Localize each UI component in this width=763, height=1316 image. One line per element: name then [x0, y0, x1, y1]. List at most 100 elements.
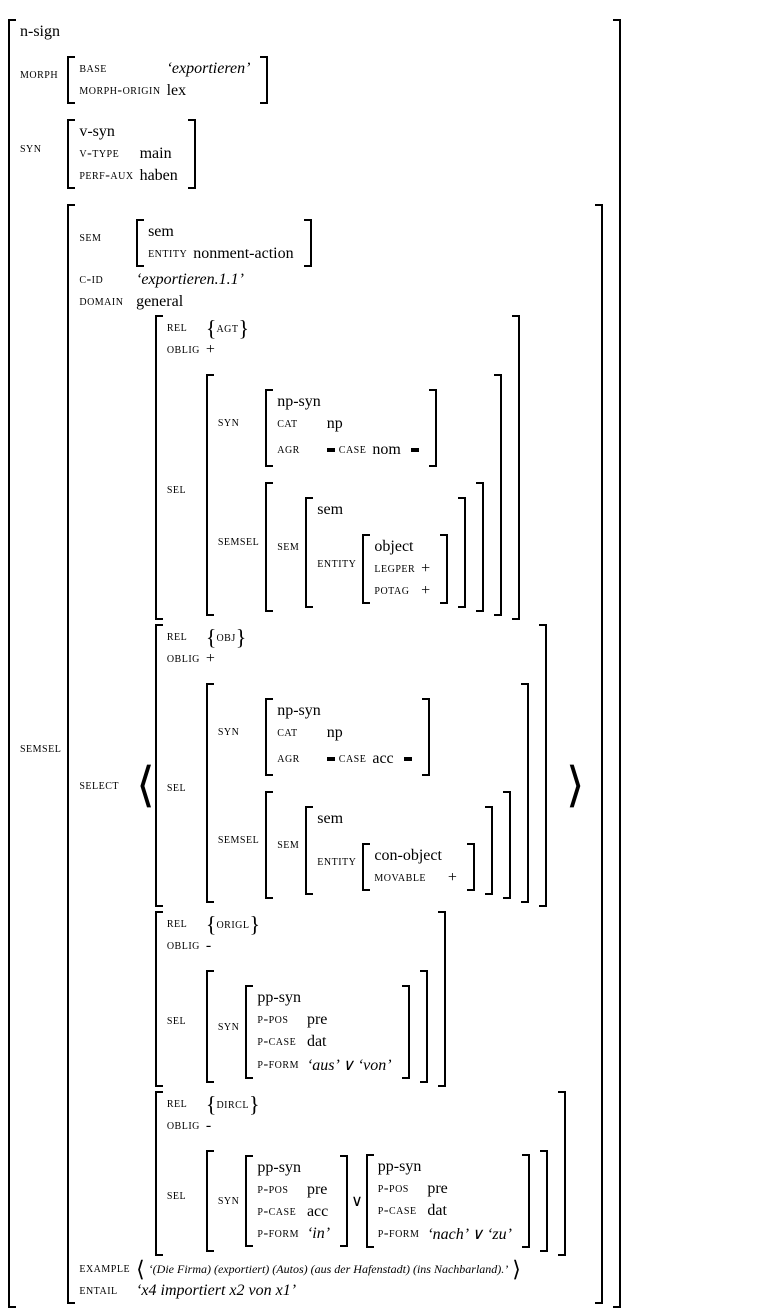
semsel-label: semsel	[20, 191, 67, 1306]
npsyn-avm2: np-syn cat np	[265, 698, 429, 776]
movable-v: +	[448, 867, 463, 889]
vtype-k: v-type	[79, 143, 139, 165]
morph-origin-v: lex	[167, 80, 257, 102]
cat-k: cat	[277, 413, 327, 435]
case-v: nom	[372, 439, 406, 461]
agr-avm2: case acc	[327, 746, 412, 772]
ppos-ka: p-pos	[257, 1179, 307, 1201]
entity-avm2: con-object movable +	[362, 843, 475, 891]
domain-k: domain	[79, 291, 136, 313]
cat-v: np	[327, 413, 425, 435]
sem-inner: sem entity	[305, 497, 466, 608]
sel-avm2: syn np-syn	[206, 683, 529, 903]
entitytype2: con-object	[374, 845, 448, 867]
pform-v: ‘aus’ ∨ ‘von’	[307, 1053, 398, 1077]
syn-k2: syn	[218, 685, 265, 778]
rel-k2: rel	[167, 626, 206, 648]
potag-v: +	[421, 580, 436, 602]
semtype2: sem	[317, 808, 362, 830]
entity-v: nonment-action	[193, 243, 299, 265]
root-type: n-sign	[20, 21, 67, 43]
arg-agt: rel {agt} oblig +	[155, 315, 566, 620]
oblig-v3: -	[206, 935, 434, 957]
oblig-k3: oblig	[167, 935, 206, 957]
sel-k2: sel	[167, 670, 206, 905]
entity-k2: entity	[317, 521, 362, 606]
ppsyn-a-type: pp-syn	[257, 1157, 307, 1179]
ppos-v: pre	[307, 1009, 398, 1031]
cat-v2: np	[327, 722, 418, 744]
example-v: ‘(Die Firma) (exportiert) (Autos) (aus d…	[149, 1262, 509, 1276]
langle-sm-icon: ⟨	[136, 1256, 145, 1281]
case-k2: case	[339, 748, 373, 770]
oblig-v2: +	[206, 648, 535, 670]
sel-k3: sel	[167, 957, 206, 1085]
domain-v: general	[136, 291, 591, 313]
syn-k: syn	[218, 376, 265, 469]
sel-avm: syn np-syn	[206, 374, 502, 616]
cid-k: c-id	[79, 269, 136, 291]
rel-k3: rel	[167, 913, 206, 935]
oblig-v4: -	[206, 1115, 554, 1137]
pcase-k: p-case	[257, 1031, 307, 1053]
select-list: ⟨ rel {agt}	[136, 315, 585, 1256]
agr-k2: agr	[277, 744, 327, 774]
base-v: ‘exportieren’	[167, 58, 257, 80]
sem-avm: sem entity nonment-action	[136, 219, 312, 267]
sem-inner2: sem entity	[305, 806, 493, 895]
arg-obj: rel {obj} oblig +	[155, 624, 566, 907]
pcase-v: dat	[307, 1031, 398, 1053]
ppsyn-b: pp-syn p-pos pre	[366, 1154, 530, 1248]
entail-v: ‘x4 importiert x2 von x1’	[136, 1280, 591, 1302]
rel-k: rel	[167, 317, 206, 339]
syn-type: v-syn	[79, 121, 139, 143]
pform-k: p-form	[257, 1053, 307, 1077]
disjunction-icon: ∨	[348, 1191, 366, 1211]
legper-v: +	[421, 558, 436, 580]
root-avm: n-sign morph base ‘exportieren’ morph-or…	[8, 19, 621, 1308]
oblig-k2: oblig	[167, 648, 206, 670]
rel-agt: agt	[216, 321, 238, 336]
ppsyn-type: pp-syn	[257, 987, 307, 1009]
pform-kb: p-form	[378, 1222, 428, 1246]
semsel-k: semsel	[218, 469, 265, 614]
rel-obj: obj	[216, 630, 235, 645]
cat-k2: cat	[277, 722, 327, 744]
arg-origl: rel {origl} oblig -	[155, 911, 566, 1087]
pform-vb: ‘nach’ ∨ ‘zu’	[427, 1222, 518, 1246]
movable-k: movable	[374, 867, 448, 889]
sem-k3: sem	[277, 793, 305, 897]
entity-k: entity	[148, 243, 193, 265]
rel-origl: origl	[216, 917, 249, 932]
sel-avm4: syn	[206, 1150, 548, 1252]
sem-type: sem	[148, 221, 193, 243]
npsyn-type2: np-syn	[277, 700, 327, 722]
syn-k3: syn	[218, 972, 246, 1081]
pcase-kb: p-case	[378, 1200, 428, 1222]
syn-label: syn	[20, 106, 67, 191]
case-k: case	[339, 439, 373, 461]
potag-k: potag	[374, 580, 421, 602]
morph-origin-k: morph-origin	[79, 80, 166, 102]
ppos-va: pre	[307, 1179, 336, 1201]
pcase-vb: dat	[427, 1200, 518, 1222]
select-label: select	[79, 313, 136, 1258]
vtype-v: main	[140, 143, 184, 165]
ppos-kb: p-pos	[378, 1178, 428, 1200]
entity-avm: object legper +	[362, 534, 448, 604]
ppsyn-b-type: pp-syn	[378, 1156, 428, 1178]
entity-k3: entity	[317, 830, 362, 893]
semsel-k2: semsel	[218, 778, 265, 901]
base-k: base	[79, 58, 166, 80]
rangle-sm-icon: ⟩	[512, 1256, 521, 1281]
sel-k4: sel	[167, 1137, 206, 1254]
agr-avm: case nom	[327, 437, 419, 463]
sem-k: sem	[79, 206, 136, 269]
case-v2: acc	[372, 748, 399, 770]
sem-k2: sem	[277, 484, 305, 610]
semtype: sem	[317, 499, 362, 521]
sel-avm3: syn pp-syn	[206, 970, 428, 1083]
sel-k: sel	[167, 361, 206, 618]
entitytype: object	[374, 536, 421, 558]
pcase-va: acc	[307, 1201, 336, 1223]
